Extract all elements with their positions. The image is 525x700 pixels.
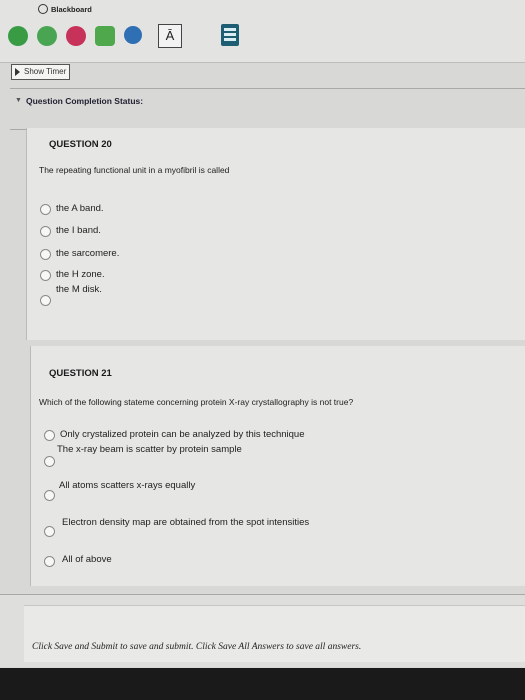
question-prompt: Which of the following stateme concernin… [39,397,354,407]
option-label[interactable]: The x-ray beam is scatter by protein sam… [57,444,242,455]
chevron-down-icon: ▼ [15,97,22,104]
footer-inner [24,605,525,662]
refresh-icon[interactable] [95,26,115,46]
option-label[interactable]: the A band. [56,203,104,214]
question-completion-status[interactable]: ▼ Question Completion Status: [10,88,525,130]
option-label[interactable]: the sarcomere. [56,248,119,259]
text-size-button[interactable]: Ā [158,24,182,48]
completion-status-label: Question Completion Status: [26,96,144,106]
expand-triangle-icon [15,68,20,76]
option-radio[interactable] [44,556,55,567]
option-label[interactable]: the I band. [56,225,101,236]
footer-instruction: Click Save and Submit to save and submit… [32,642,362,652]
option-radio[interactable] [44,456,55,467]
option-radio[interactable] [40,204,51,215]
option-radio[interactable] [40,249,51,260]
question-title: QUESTION 21 [49,368,112,379]
question-20-panel: QUESTION 20 The repeating functional uni… [26,128,525,340]
bottom-bar [0,668,525,700]
calculator-icon[interactable] [221,24,239,46]
back-icon[interactable] [8,26,28,46]
option-radio[interactable] [40,226,51,237]
footer-panel [0,594,525,667]
forward-icon[interactable] [37,26,57,46]
option-radio[interactable] [44,430,55,441]
blackboard-logo-icon [38,4,48,14]
option-radio[interactable] [40,270,51,281]
option-label[interactable]: Electron density map are obtained from t… [62,517,309,528]
app-title-text: Blackboard [51,4,92,14]
question-title: QUESTION 20 [49,139,112,150]
option-label[interactable]: the H zone. [56,269,105,280]
app-title: Blackboard [38,4,92,14]
show-timer-label: Show Timer [24,67,67,76]
option-label[interactable]: All atoms scatters x-rays equally [59,480,195,491]
option-label[interactable]: All of above [62,554,112,565]
browser-toolbar: Blackboard Ā [0,0,525,63]
show-timer-button[interactable]: Show Timer [11,64,71,80]
speech-icon[interactable] [124,26,142,44]
option-label[interactable]: the M disk. [56,284,102,295]
option-label[interactable]: Only crystalized protein can be analyzed… [60,429,305,440]
stop-icon[interactable] [66,26,86,46]
question-prompt: The repeating functional unit in a myofi… [39,165,230,175]
option-radio[interactable] [44,490,55,501]
option-radio[interactable] [40,295,51,306]
question-21-panel: QUESTION 21 Which of the following state… [30,346,525,586]
option-radio[interactable] [44,526,55,537]
accessibility-toolbar: Ā [0,24,525,50]
